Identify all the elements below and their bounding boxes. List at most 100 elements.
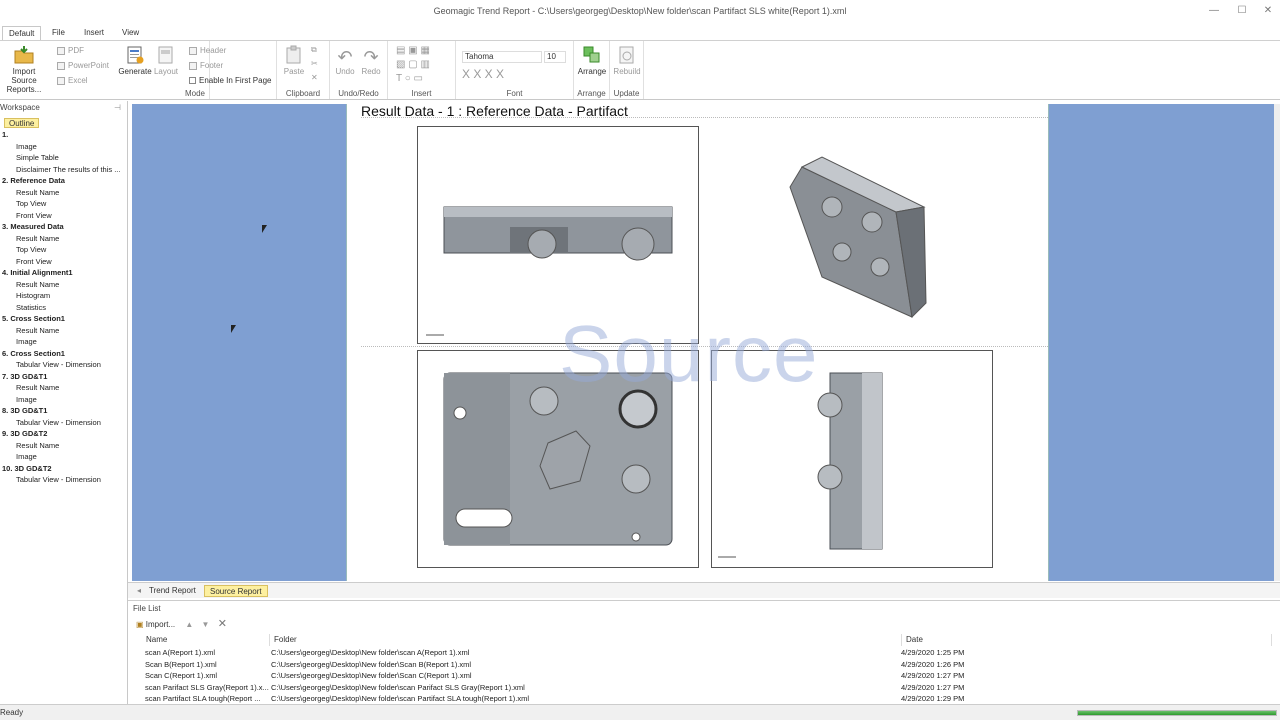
remove-icon[interactable]: ✕ [218, 618, 227, 630]
outline-item[interactable]: Statistics [0, 302, 128, 314]
file-row[interactable]: Scan B(Report 1).xml C:\Users\georgeg\Des… [128, 659, 1280, 671]
vertical-scrollbar[interactable] [1274, 104, 1280, 581]
import-icon: ▣ [136, 620, 144, 629]
ribbon-tabs: Default File Insert View [0, 24, 1280, 40]
font-size-select[interactable]: 10 [544, 51, 566, 63]
minimize-button[interactable]: — [1204, 4, 1224, 18]
col-name[interactable]: Name [142, 634, 270, 646]
file-folder: C:\Users\georgeg\Desktop\New folder\scan… [271, 694, 530, 703]
enable-first-page-checkbox[interactable]: Enable In First Page [189, 76, 271, 85]
outline-section[interactable]: 3. Measured Data [0, 221, 128, 233]
outline-item[interactable]: Result Name [0, 382, 128, 394]
outline-item[interactable]: Simple Table [0, 152, 128, 164]
tab-view[interactable]: View [116, 26, 145, 40]
outline-item[interactable]: Front View [0, 256, 128, 268]
outline-item[interactable]: Result Name [0, 187, 128, 199]
source-watermark: Source [559, 309, 819, 398]
outline-section[interactable]: 4. Initial Alignment1 [0, 267, 128, 279]
layout-button[interactable]: Layout [152, 45, 180, 76]
file-row[interactable]: Scan C(Report 1).xml C:\Users\georgeg\Des… [128, 670, 1280, 682]
import-source-reports-button[interactable]: Import Source Reports... [0, 45, 48, 94]
header-button[interactable]: Header [189, 46, 226, 55]
font-style-icons[interactable]: X X X X [462, 67, 504, 81]
tab-source-report[interactable]: Source Report [204, 585, 268, 597]
paste-button[interactable]: Paste [281, 45, 307, 76]
font-name-select[interactable]: Tahoma [462, 51, 542, 63]
move-up-icon[interactable]: ▲ [185, 620, 193, 629]
file-name: Scan C(Report 1).xml [145, 671, 218, 680]
folder-icon [14, 46, 34, 64]
pin-icon[interactable]: ⊣ [114, 103, 121, 112]
outline-section[interactable]: 8. 3D GD&T1 [0, 405, 128, 417]
clipboard-caption: Clipboard [285, 89, 321, 98]
undo-button[interactable]: ↶ Undo [334, 47, 356, 76]
file-list-toolbar: ▣ Import... ▲ ▼ ✕ [136, 617, 227, 630]
powerpoint-icon [57, 61, 65, 70]
outline-item[interactable]: Tabular View - Dimension [0, 417, 128, 429]
import-button[interactable]: ▣ Import... [136, 620, 175, 629]
outline-section[interactable]: 10. 3D GD&T2 [0, 463, 128, 475]
outline-item[interactable]: Result Name [0, 325, 128, 337]
outline-item[interactable]: Image [0, 336, 128, 348]
outline-tab[interactable]: Outline [4, 118, 40, 128]
insert-image-icon[interactable]: ▧ ▢ ▥ [396, 59, 430, 70]
clipboard-group: Paste ⧉ ✂ ✕ Clipboard [276, 41, 330, 99]
file-date: 4/29/2020 1:25 PM [901, 648, 965, 657]
tab-insert[interactable]: Insert [78, 26, 110, 40]
undo-icon: ↶ [337, 47, 353, 67]
col-date[interactable]: Date [902, 634, 1272, 646]
tab-trend-report[interactable]: Trend Report [144, 585, 201, 597]
outline-item[interactable]: Tabular View - Dimension [0, 359, 128, 371]
file-date: 4/29/2020 1:26 PM [901, 659, 965, 669]
font-caption: Font [506, 89, 523, 98]
workspace-title: Workspace [0, 103, 40, 112]
insert-table-icon[interactable]: ▤ ▣ ▦ [396, 45, 430, 56]
report-canvas[interactable]: Result Data - 1 : Reference Data - Parti… [132, 103, 1280, 581]
col-folder[interactable]: Folder [270, 634, 902, 646]
file-folder: C:\Users\georgeg\Desktop\New folder\Scan… [271, 671, 472, 680]
outline-section[interactable]: 1. [0, 129, 128, 141]
close-button[interactable]: ✕ [1258, 4, 1278, 18]
outline-item[interactable]: Disclaimer The results of this ... [0, 164, 128, 176]
outline-section[interactable]: 5. Cross Section1 [0, 313, 128, 325]
outline-item[interactable]: Histogram [0, 290, 128, 302]
redo-button[interactable]: ↷ Redo [360, 47, 382, 76]
file-name: scan A(Report 1).xml [145, 648, 216, 657]
status-text: Ready [0, 708, 24, 717]
pdf-button[interactable]: PDF [57, 46, 84, 55]
outline-section[interactable]: 6. Cross Section1 [0, 348, 128, 360]
tab-default[interactable]: Default [2, 26, 42, 40]
outline-item[interactable]: Result Name [0, 279, 128, 291]
insert-text-icon[interactable]: T ○ ▭ [396, 73, 423, 84]
outline-section[interactable]: 9. 3D GD&T2 [0, 428, 128, 440]
outline-item[interactable]: Front View [0, 210, 128, 222]
outline-item[interactable]: Result Name [0, 440, 128, 452]
file-row[interactable]: scan Partifact SLA tough(Report ... C:\Us… [128, 693, 1280, 705]
maximize-button[interactable]: ☐ [1232, 4, 1252, 18]
outline-item[interactable]: Image [0, 141, 128, 153]
outline-item[interactable]: Top View [0, 244, 128, 256]
rebuild-icon [619, 46, 634, 64]
outline-section[interactable]: 2. Reference Data [0, 175, 128, 187]
outline-section[interactable]: 7. 3D GD&T1 [0, 371, 128, 383]
powerpoint-button[interactable]: PowerPoint [57, 61, 109, 70]
file-row[interactable]: scan Parifact SLS Gray(Report 1).x... C:\… [128, 682, 1280, 694]
generate-button[interactable]: Generate [116, 45, 154, 76]
outline-item[interactable]: Image [0, 451, 128, 463]
rebuild-button[interactable]: Rebuild [611, 45, 643, 76]
status-bar: Ready [0, 704, 1280, 720]
arrange-button[interactable]: Arrange [576, 45, 608, 76]
report-page[interactable]: Result Data - 1 : Reference Data - Parti… [346, 103, 1049, 581]
copy-icon[interactable]: ⧉ [311, 45, 317, 55]
outline-item[interactable]: Tabular View - Dimension [0, 474, 128, 486]
footer-button[interactable]: Footer [189, 61, 223, 70]
tab-file[interactable]: File [46, 26, 71, 40]
move-down-icon[interactable]: ▼ [202, 620, 210, 629]
delete-icon[interactable]: ✕ [311, 73, 318, 82]
file-row[interactable]: scan A(Report 1).xml C:\Users\georgeg\Des… [128, 647, 1280, 659]
excel-button[interactable]: Excel [57, 76, 88, 85]
outline-item[interactable]: Result Name [0, 233, 128, 245]
outline-item[interactable]: Image [0, 394, 128, 406]
outline-item[interactable]: Top View [0, 198, 128, 210]
cut-icon[interactable]: ✂ [311, 59, 318, 68]
